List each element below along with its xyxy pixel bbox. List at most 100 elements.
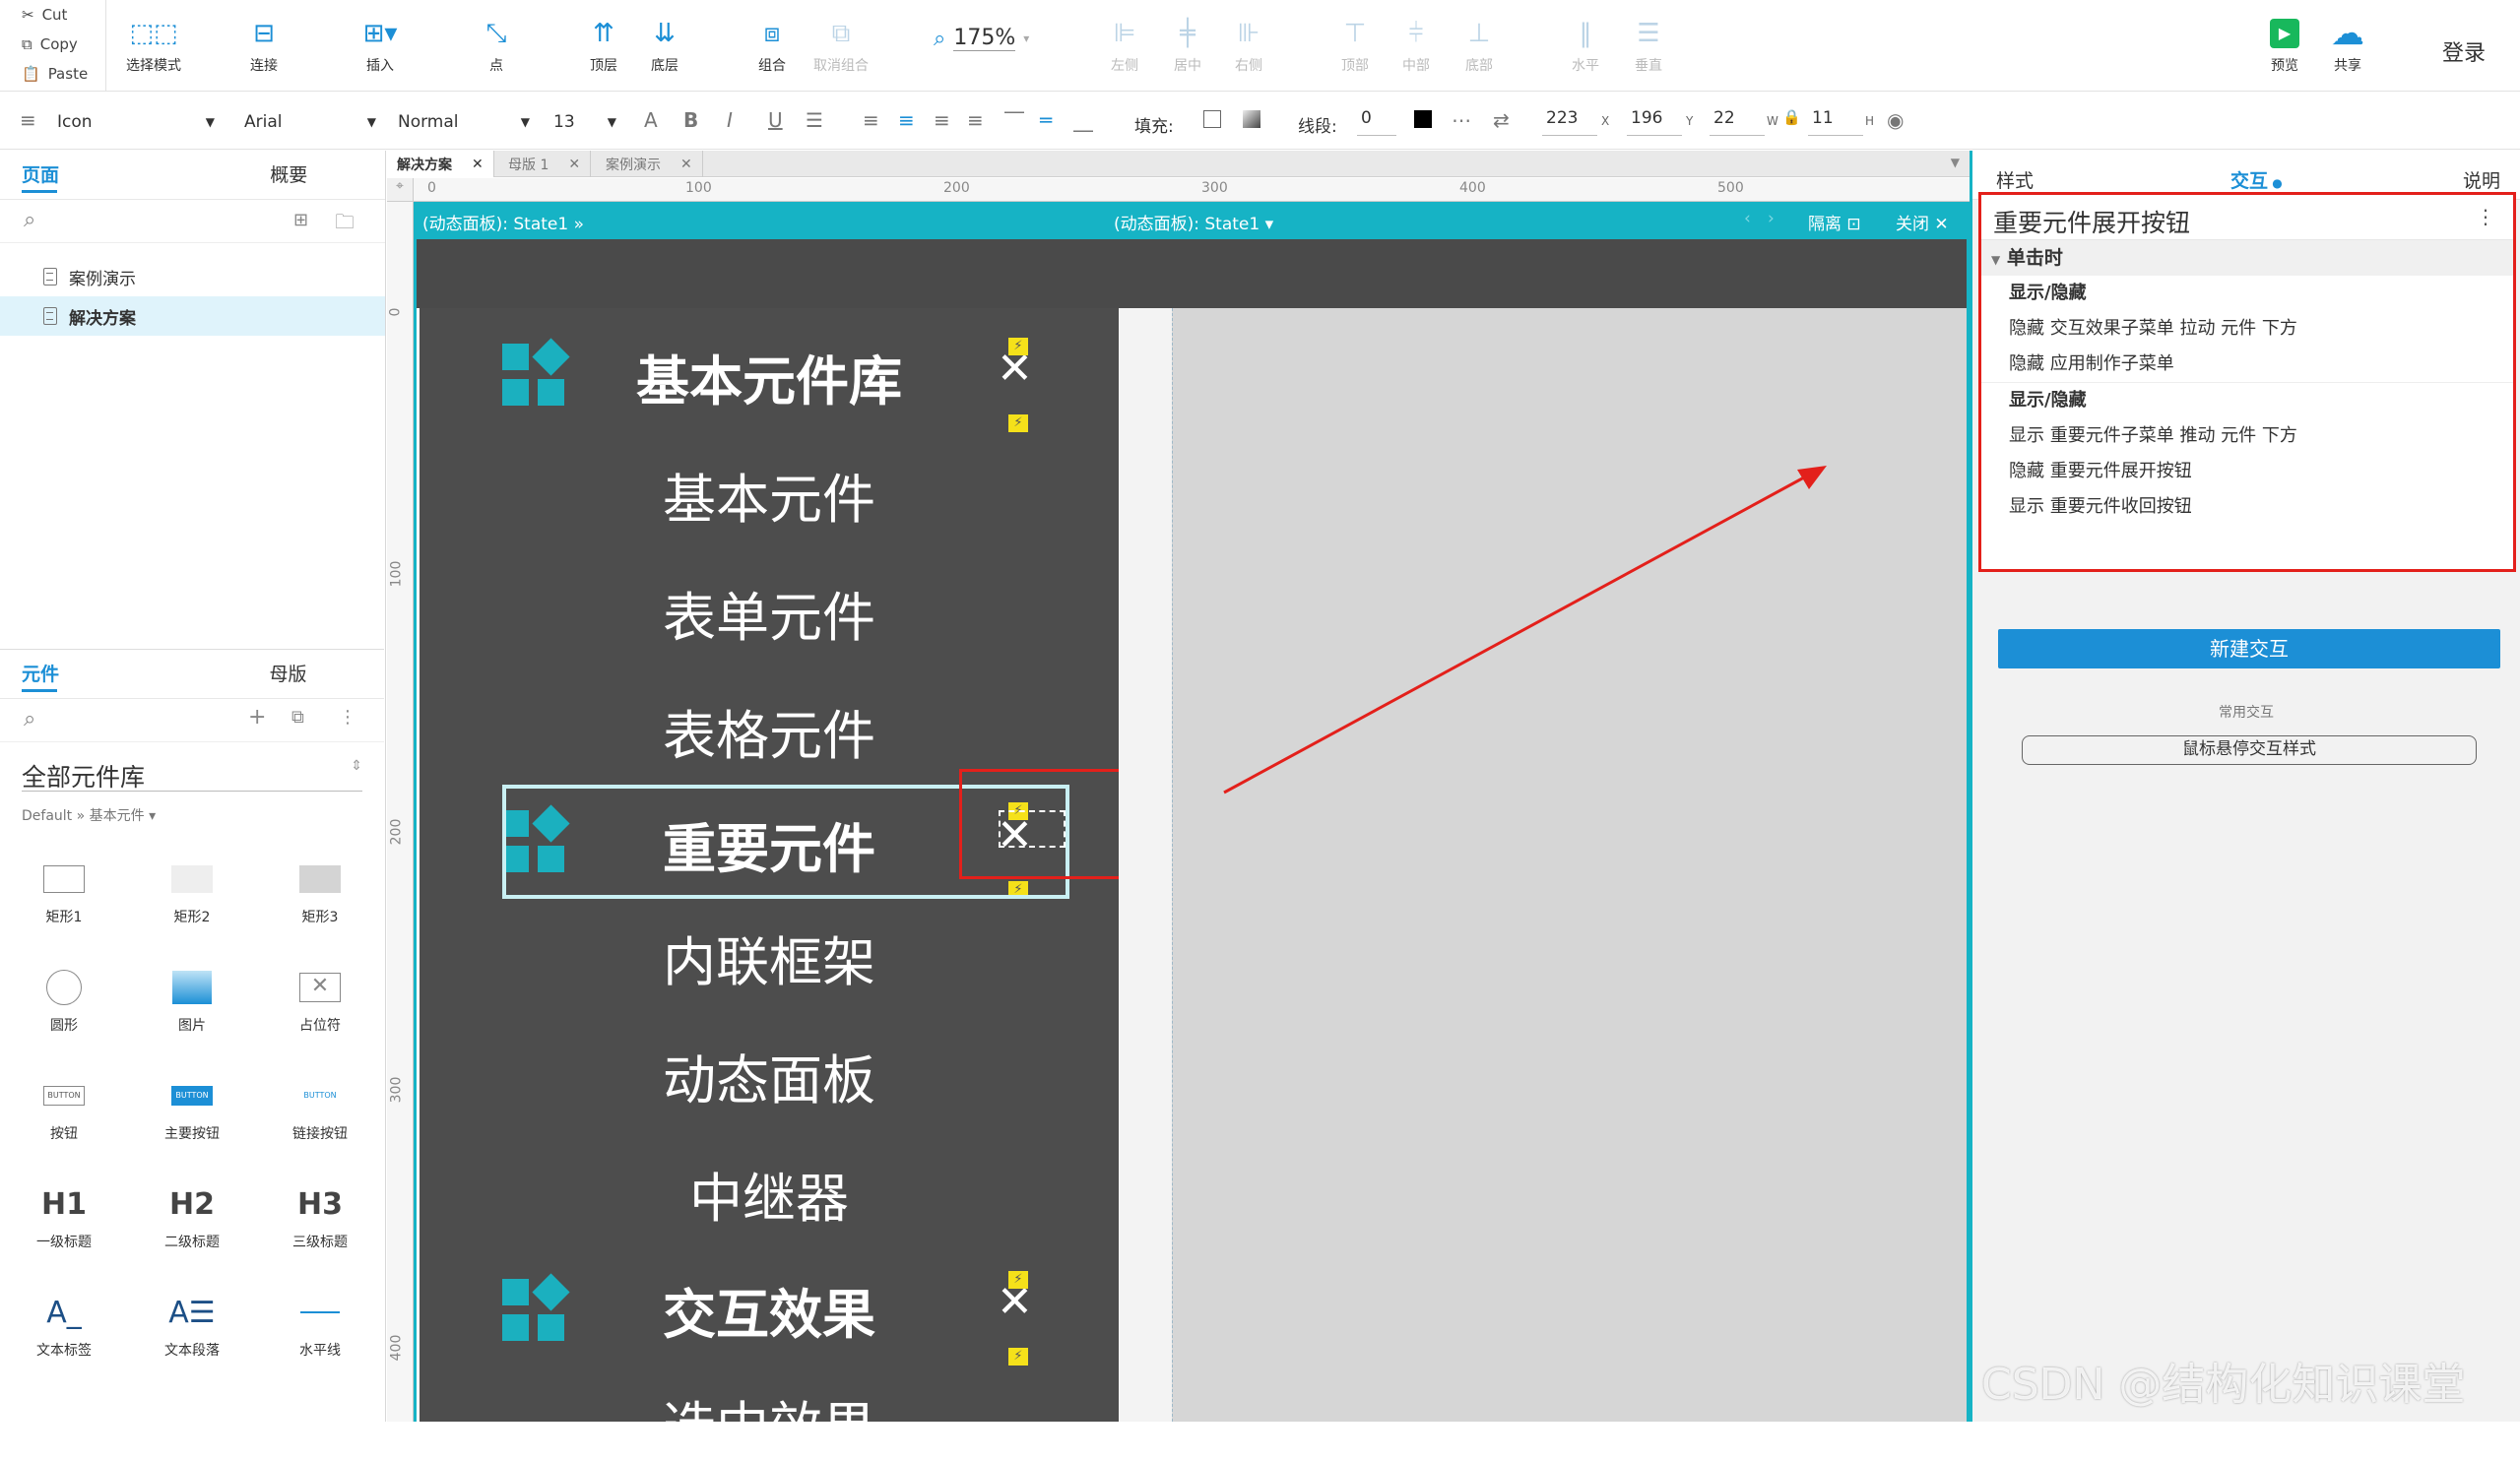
group-button[interactable]: ⧈ 组合 — [754, 18, 790, 75]
action-show-hide-2[interactable]: 显示/隐藏 显示 重要元件子菜单 推动 元件 下方 隐藏 重要元件展开按钮 显示… — [1981, 383, 2513, 525]
underline-icon[interactable]: U — [768, 108, 783, 132]
widget-hline[interactable]: 水平线 — [256, 1285, 384, 1393]
widget-circle[interactable]: 圆形 — [0, 960, 128, 1068]
y-input[interactable]: 196 — [1627, 106, 1682, 136]
widget-name[interactable]: 重要元件展开按钮 — [1993, 204, 2190, 239]
align-left-text-icon[interactable]: ≡ — [863, 108, 879, 132]
paste-button[interactable]: 📋 Paste — [0, 59, 105, 89]
close-icon[interactable]: ✕ — [568, 157, 580, 172]
insert-button[interactable]: ⊞▾ 插入 — [362, 18, 398, 75]
distribute-h-button[interactable]: ‖ 水平 — [1568, 18, 1603, 75]
search-icon[interactable]: ⌕ — [24, 208, 35, 232]
bullet-list-icon[interactable]: ☰ — [806, 108, 823, 132]
valign-top-icon[interactable]: ⎺ — [1004, 108, 1024, 132]
event-onclick[interactable]: ▼ 单击时 — [1981, 240, 2513, 276]
doc-tab-demo[interactable]: 案例演示 ✕ — [596, 151, 703, 177]
x-input[interactable]: 223 — [1542, 106, 1597, 136]
fill-gradient-swatch[interactable] — [1243, 110, 1260, 128]
valign-middle-icon[interactable]: ═ — [1040, 108, 1052, 132]
login-button[interactable]: 登录 — [2442, 35, 2486, 67]
close-icon[interactable]: ✕ — [472, 157, 484, 172]
align-right-text-icon[interactable]: ≡ — [934, 108, 950, 132]
point-button[interactable]: ⤡ 点 — [479, 18, 514, 75]
align-left-button[interactable]: ⊫ 左侧 — [1107, 18, 1142, 75]
tabs-overflow-icon[interactable]: ▼ — [1951, 156, 1960, 169]
stroke-color-swatch[interactable] — [1414, 110, 1432, 128]
valign-bottom-icon[interactable]: ⎽ — [1073, 108, 1093, 132]
tab-masters[interactable]: 母版 — [192, 650, 384, 698]
widget-primary-button[interactable]: BUTTON 主要按钮 — [128, 1068, 256, 1176]
search-icon[interactable]: ⌕ — [24, 707, 35, 731]
weight-select[interactable]: Normal ▼ — [398, 108, 530, 136]
page-item-demo[interactable]: 案例演示 — [0, 257, 385, 296]
widget-image[interactable]: 图片 — [128, 960, 256, 1068]
widget-button[interactable]: BUTTON 按钮 — [0, 1068, 128, 1176]
select-mode-button[interactable]: ⬚⬚ 选择模式 — [126, 18, 181, 75]
widget-text-label[interactable]: A_ 文本标签 — [0, 1285, 128, 1393]
tab-interactions[interactable]: 交互 ● — [2230, 166, 2283, 193]
widget-rect2[interactable]: 矩形2 — [128, 852, 256, 960]
top-layer-button[interactable]: ⇈ 顶层 — [586, 18, 621, 75]
copy-button[interactable]: ⧉ Copy — [0, 30, 105, 59]
arrow-style-icon[interactable]: ⇄ — [1493, 108, 1510, 132]
share-button[interactable]: ☁ 共享 — [2330, 14, 2365, 75]
widget-text-paragraph[interactable]: A☰ 文本段落 — [128, 1285, 256, 1393]
visibility-eye-icon[interactable]: ◉ — [1887, 108, 1904, 132]
doc-tab-master1[interactable]: 母版 1 ✕ — [498, 151, 592, 177]
connect-button[interactable]: ⊟ 连接 — [246, 18, 282, 75]
more-vertical-icon[interactable]: ⋮ — [2476, 205, 2495, 228]
style-select[interactable]: Icon ▼ — [57, 108, 215, 136]
ungroup-button[interactable]: ⧉ 取消组合 — [813, 18, 869, 75]
close-icon[interactable]: ✕ — [680, 157, 692, 172]
widget-h3[interactable]: H3 三级标题 — [256, 1176, 384, 1285]
library-stack-icon[interactable]: ⧉ — [291, 707, 304, 728]
library-select[interactable]: 全部元件库 ⇕ — [22, 758, 362, 792]
tab-widgets[interactable]: 元件 — [0, 650, 192, 698]
height-input[interactable]: 11 — [1808, 106, 1863, 136]
stroke-pattern-icon[interactable]: ⋯ — [1452, 108, 1471, 132]
design-canvas[interactable]: (动态面板): State1 » (动态面板): State1 ▾ ‹ › 隔离… — [414, 202, 1970, 1458]
doc-tab-solution[interactable]: 解决方案 ✕ — [387, 151, 494, 177]
widget-h1[interactable]: H1 一级标题 — [0, 1176, 128, 1285]
align-bottom-button[interactable]: ⊥ 底部 — [1461, 18, 1497, 75]
folder-icon[interactable]: 🗀 — [335, 208, 355, 241]
action-show-hide-1[interactable]: 显示/隐藏 隐藏 交互效果子菜单 拉动 元件 下方 隐藏 应用制作子菜单 — [1981, 276, 2513, 383]
widget-rect3[interactable]: 矩形3 — [256, 852, 384, 960]
lock-ratio-icon[interactable]: 🔒 — [1782, 108, 1801, 126]
more-vertical-icon[interactable]: ⋮ — [339, 707, 356, 728]
align-middle-button[interactable]: ⫩ 中部 — [1398, 18, 1434, 75]
page-item-solution[interactable]: 解决方案 — [0, 296, 385, 336]
preview-button[interactable]: ▶ 预览 — [2267, 18, 2302, 75]
tab-notes[interactable]: 说明 — [2463, 166, 2500, 193]
widget-h2[interactable]: H2 二级标题 — [128, 1176, 256, 1285]
add-library-icon[interactable]: + — [248, 705, 266, 730]
widget-rect1[interactable]: 矩形1 — [0, 852, 128, 960]
add-page-icon[interactable]: ⊞ — [293, 210, 308, 230]
cut-button[interactable]: ✂ Cut — [0, 0, 105, 30]
font-select[interactable]: Arial ▼ — [244, 108, 376, 136]
widget-link-button[interactable]: BUTTON 链接按钮 — [256, 1068, 384, 1176]
bold-icon[interactable]: B — [683, 108, 698, 132]
tab-pages[interactable]: 页面 — [0, 151, 193, 199]
bottom-layer-button[interactable]: ⇊ 底层 — [647, 18, 682, 75]
justify-text-icon[interactable]: ≡ — [967, 108, 984, 132]
align-right-button[interactable]: ⊪ 右侧 — [1231, 18, 1266, 75]
widget-placeholder[interactable]: ✕ 占位符 — [256, 960, 384, 1068]
align-center-button[interactable]: ╪ 居中 — [1170, 18, 1205, 75]
italic-icon[interactable]: I — [727, 108, 733, 132]
zoom-selector[interactable]: ⌕ 175% ▾ — [934, 26, 1029, 51]
align-center-text-icon[interactable]: ≡ — [898, 108, 915, 132]
hover-style-button[interactable]: 鼠标悬停交互样式 — [2022, 735, 2477, 765]
ruler-corner-icon[interactable]: ⌖ — [387, 178, 414, 202]
width-input[interactable]: 22 — [1710, 106, 1765, 136]
align-top-button[interactable]: ⊤ 顶部 — [1337, 18, 1373, 75]
new-interaction-button[interactable]: 新建交互 — [1998, 629, 2500, 668]
tab-outline[interactable]: 概要 — [193, 151, 386, 199]
library-breadcrumb[interactable]: Default » 基本元件 ▾ — [22, 805, 156, 825]
font-size-select[interactable]: 13 ▼ — [553, 108, 616, 136]
tab-style[interactable]: 样式 — [1996, 166, 2034, 193]
fill-color-swatch[interactable] — [1203, 110, 1221, 128]
font-color-icon[interactable]: A — [644, 108, 658, 132]
distribute-v-button[interactable]: ☰ 垂直 — [1631, 18, 1666, 75]
stroke-width-input[interactable]: 0 — [1357, 106, 1396, 136]
